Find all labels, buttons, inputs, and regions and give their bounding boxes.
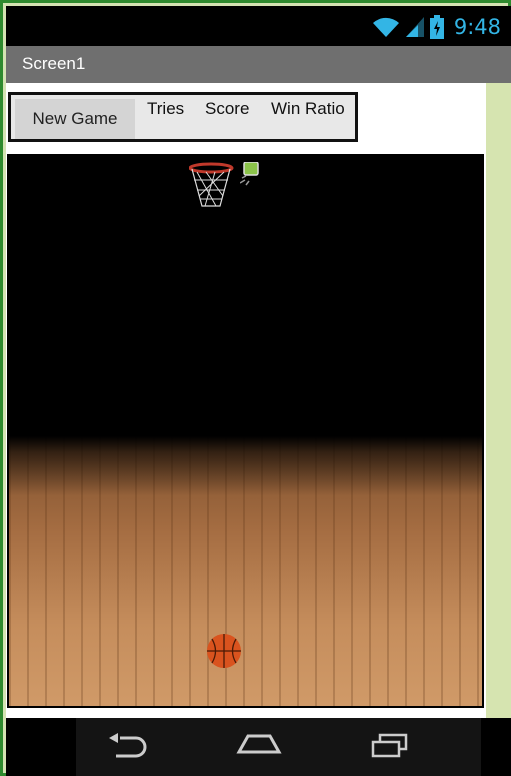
wifi-icon xyxy=(372,17,399,37)
new-game-button[interactable]: New Game xyxy=(15,99,135,139)
battery-charging-icon xyxy=(429,15,444,39)
signal-icon xyxy=(405,17,424,37)
game-canvas[interactable] xyxy=(7,154,484,708)
tries-label: Tries xyxy=(147,99,185,118)
wood-floor xyxy=(9,436,482,706)
nav-buttons xyxy=(76,718,481,776)
win-ratio-label: Win Ratio xyxy=(271,99,345,118)
basketball-hoop-sprite[interactable] xyxy=(189,162,237,210)
home-icon[interactable] xyxy=(236,732,282,760)
back-icon[interactable] xyxy=(106,732,150,760)
title-bar: Screen1 xyxy=(6,46,511,83)
screen-content: New Game Tries Score Win Ratio xyxy=(6,83,486,718)
controls-row: New Game Tries Score Win Ratio xyxy=(8,92,358,142)
navigation-bar xyxy=(6,718,511,776)
status-time: 9:48 xyxy=(453,15,501,39)
recent-apps-icon[interactable] xyxy=(369,732,413,760)
flag-marker-sprite[interactable] xyxy=(240,162,260,186)
basketball-sprite[interactable] xyxy=(205,632,243,670)
score-label: Score xyxy=(205,99,250,118)
side-strip xyxy=(486,83,511,718)
status-bar: 9:48 xyxy=(6,6,511,46)
status-icons: 9:48 xyxy=(372,12,501,42)
device-frame: 9:48 Screen1 New Game Tries Score Win Ra… xyxy=(0,0,511,776)
screen-title: Screen1 xyxy=(22,54,86,73)
